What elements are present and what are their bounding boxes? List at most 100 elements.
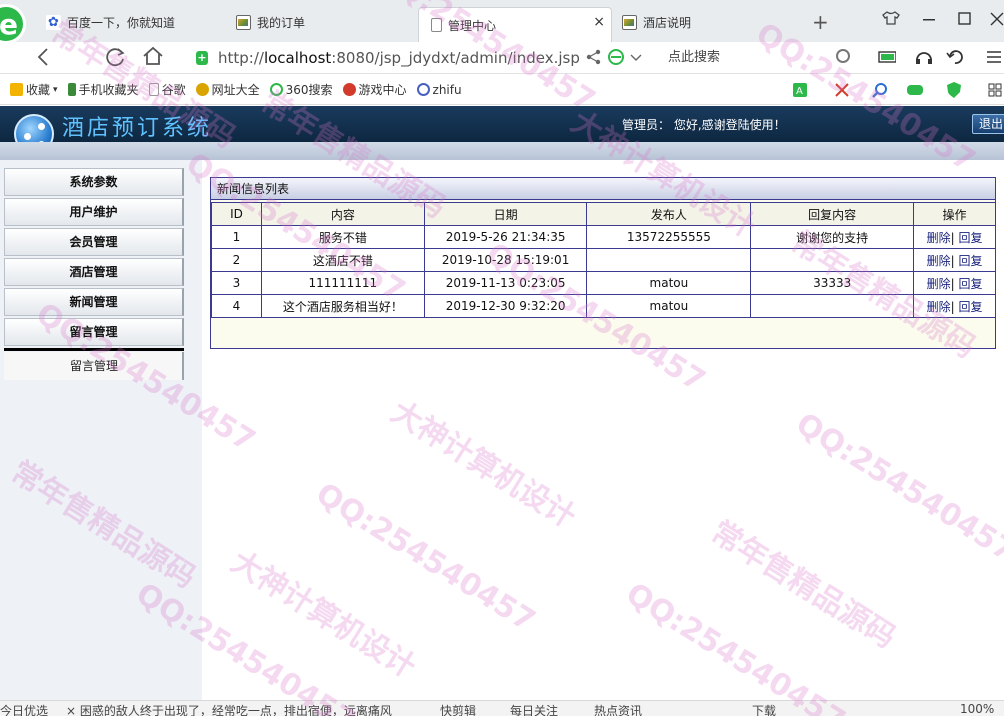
reply-link[interactable]: 回复 — [958, 231, 982, 245]
status-item-download[interactable]: 下载 — [752, 702, 776, 716]
magnifier-icon[interactable] — [872, 82, 888, 98]
sidebar-item-member-management[interactable]: 会员管理 — [4, 228, 184, 256]
panel-title: 新闻信息列表 — [211, 178, 995, 200]
sidebar-item-message-management[interactable]: 留言管理 — [4, 318, 184, 346]
sidebar-item-news-management[interactable]: 新闻管理 — [4, 288, 184, 316]
address-bar: + http://localhost:8080/jsp_jdydxt/admin… — [0, 42, 1004, 74]
bookmark-google[interactable]: 谷歌 — [148, 81, 186, 98]
url-host: localhost — [263, 49, 332, 67]
bookmark-zhifu[interactable]: zhifu — [416, 83, 462, 97]
tab-baidu[interactable]: ✿ 百度一下，你就知道 — [46, 8, 226, 36]
close-icon[interactable]: × — [593, 14, 605, 30]
status-item-hot-news[interactable]: 热点资讯 — [594, 702, 642, 716]
cell-id: 3 — [211, 271, 262, 295]
cell-publisher: matou — [586, 271, 752, 295]
logout-button[interactable]: 退出 — [972, 114, 1004, 134]
tab-label: 我的订单 — [257, 15, 306, 30]
delete-link[interactable]: 删除 — [927, 277, 951, 291]
tab-my-orders[interactable]: 我的订单 — [236, 8, 416, 36]
chevron-down-icon[interactable] — [630, 54, 642, 62]
column-header-publisher: 发布人 — [586, 202, 752, 226]
news-list-panel: 新闻信息列表 ID 内容 日期 发布人 回复内容 操作 1 服务不错 2019-… — [210, 177, 996, 349]
tab-label: 管理中心 — [448, 18, 497, 33]
cell-actions: 删除| 回复 — [913, 271, 996, 295]
bookmark-favorites[interactable]: 收藏 ▾ — [10, 81, 58, 98]
shield-icon[interactable] — [946, 81, 962, 99]
status-bar: 今日优选 × 困惑的敌人终于出现了，经常吃一点，排出宿便，远离痛风 快剪辑 每日… — [0, 700, 1004, 716]
cell-date: 2019-12-30 9:32:20 — [423, 294, 588, 318]
status-item-quick-clip[interactable]: 快剪辑 — [440, 702, 476, 716]
cell-content: 这个酒店服务相当好！ — [260, 294, 425, 318]
sidebar-divider — [4, 348, 184, 351]
search-input[interactable]: 点此搜索 — [668, 47, 858, 69]
reply-link[interactable]: 回复 — [958, 277, 982, 291]
delete-link[interactable]: 删除 — [927, 231, 951, 245]
url-path: :8080/jsp_jdydxt/admin/index.jsp — [331, 49, 580, 67]
sidebar-subitem-message-management[interactable]: 留言管理 — [4, 352, 184, 380]
tab-admin-center[interactable]: 管理中心 × — [418, 7, 612, 42]
app-header: 酒店预订系统 管理员： 您好,感谢登陆使用！ 退出 — [0, 106, 1004, 154]
bookmark-game-center[interactable]: 游戏中心 — [342, 81, 407, 98]
bookmark-mobile[interactable]: 手机收藏夹 — [67, 81, 139, 98]
sidebar-item-system-params[interactable]: 系统参数 — [4, 168, 184, 196]
delete-link[interactable]: 删除 — [927, 254, 951, 268]
bookmark-360-search[interactable]: 360搜索 — [269, 81, 333, 98]
status-news-ticker[interactable]: × 困惑的敌人终于出现了，经常吃一点，排出宿便，远离痛风 — [66, 702, 392, 716]
cell-date: 2019-5-26 21:34:35 — [423, 225, 588, 249]
cell-reply: 33333 — [750, 271, 915, 295]
cell-reply: 谢谢您的支持 — [750, 225, 915, 249]
bookmark-label: 谷歌 — [161, 83, 186, 97]
reply-link[interactable]: 回复 — [958, 300, 982, 314]
cell-date: 2019-10-28 15:19:01 — [423, 248, 588, 272]
minimize-icon[interactable] — [922, 18, 936, 22]
baidu-paw-icon: ✿ — [46, 14, 61, 30]
tab-label: 酒店说明 — [643, 15, 692, 30]
new-tab-button[interactable]: + — [812, 10, 829, 34]
svg-text:A: A — [796, 86, 803, 97]
bookmark-label: 网址大全 — [211, 83, 260, 97]
tab-hotel-info[interactable]: 酒店说明 — [622, 8, 792, 36]
action-separator: | — [950, 230, 955, 245]
back-icon[interactable] — [36, 48, 50, 66]
picture-icon — [236, 14, 251, 30]
home-icon[interactable] — [142, 46, 164, 66]
maximize-icon[interactable] — [958, 12, 971, 25]
menu-icon[interactable] — [986, 50, 1004, 66]
grid-icon[interactable] — [988, 83, 1002, 97]
column-header-date: 日期 — [423, 202, 588, 226]
undo-icon[interactable] — [946, 48, 964, 64]
cell-reply — [750, 294, 915, 318]
watermark-source: 常年售精品源码 — [704, 514, 902, 656]
sidebar-item-hotel-management[interactable]: 酒店管理 — [4, 258, 184, 286]
cell-actions: 删除| 回复 — [913, 248, 996, 272]
refresh-icon[interactable] — [106, 47, 126, 67]
engine-e-icon[interactable] — [608, 49, 624, 65]
share-icon[interactable] — [586, 49, 602, 65]
cell-content: 服务不错 — [260, 225, 425, 249]
headphones-icon[interactable] — [914, 48, 932, 64]
translate-icon[interactable]: A — [792, 82, 808, 98]
browser-tab-bar: e ✿ 百度一下，你就知道 我的订单 管理中心 × 酒店说明 + — [0, 0, 1004, 44]
browser-logo-icon[interactable]: e — [0, 4, 26, 44]
cell-reply — [750, 248, 915, 272]
sidebar-item-user-maintenance[interactable]: 用户维护 — [4, 198, 184, 226]
cell-id: 2 — [211, 248, 262, 272]
app-title: 酒店预订系统 — [62, 116, 213, 141]
gamepad-icon[interactable] — [906, 83, 924, 97]
cell-date: 2019-11-13 0:23:05 — [423, 271, 588, 295]
delete-link[interactable]: 删除 — [927, 300, 951, 314]
action-separator: | — [950, 276, 955, 291]
window-close-icon[interactable] — [990, 12, 1004, 26]
game-icon — [342, 83, 356, 96]
status-zoom-level[interactable]: 100% — [960, 702, 994, 716]
reply-link[interactable]: 回复 — [958, 254, 982, 268]
status-item-daily-follow[interactable]: 每日关注 — [510, 702, 558, 716]
battery-icon[interactable] — [878, 50, 896, 66]
bookmark-url-directory[interactable]: 网址大全 — [195, 81, 260, 98]
search-icon[interactable] — [836, 49, 850, 63]
greeting-text: 您好,感谢登陆使用！ — [673, 118, 786, 132]
scissors-icon[interactable] — [834, 82, 850, 98]
status-item-daily-picks[interactable]: 今日优选 — [0, 702, 48, 716]
tab-label: 百度一下，你就知道 — [67, 15, 176, 30]
skin-shirt-icon[interactable] — [882, 10, 900, 26]
